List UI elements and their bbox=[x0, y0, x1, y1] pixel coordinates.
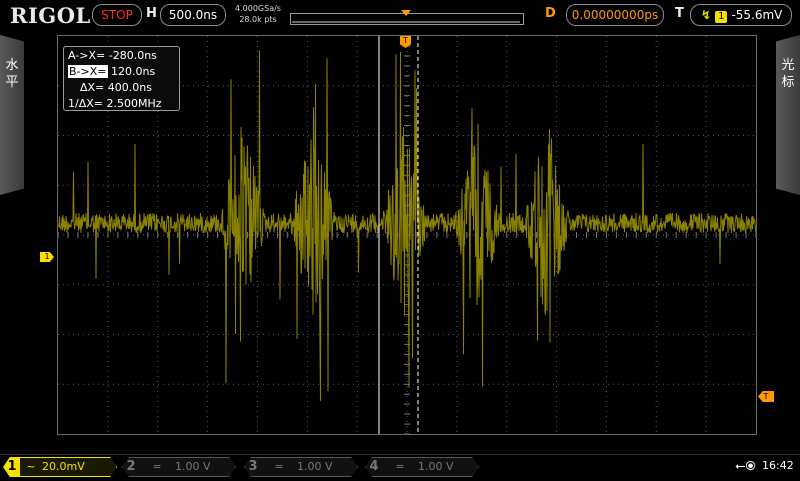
channel-1-scale: 20.0mV bbox=[42, 460, 85, 473]
cursor-a-label: A->X= bbox=[68, 49, 106, 62]
sample-rate: 4.000GSa/s bbox=[235, 4, 281, 13]
cursor-invdx-row: 1/ΔX= 2.500MHz bbox=[68, 96, 175, 112]
run-stop-indicator[interactable]: STOP bbox=[92, 4, 142, 26]
channel-2-coupling: = bbox=[152, 460, 162, 473]
horizontal-menu-tab[interactable]: 水平 bbox=[0, 35, 24, 195]
memory-depth: 28.0k pts bbox=[239, 15, 277, 24]
channel-1-status[interactable]: 1 ~20.0mV bbox=[3, 457, 117, 477]
channel-3-status[interactable]: 3 = 1.00 V bbox=[244, 457, 358, 477]
cursor-invdx-label: 1/ΔX= bbox=[68, 97, 103, 110]
memory-overview-bar[interactable] bbox=[290, 10, 526, 26]
cursor-dx-label: ΔX= bbox=[80, 81, 105, 94]
cursor-b-label: B->X= bbox=[68, 65, 108, 78]
trigger-level: -55.6mV bbox=[731, 8, 783, 22]
cursor-b-row: B->X= 120.0ns bbox=[68, 64, 175, 80]
delay-value[interactable]: 0.00000000ps bbox=[566, 4, 664, 26]
delay-label: D bbox=[545, 6, 556, 21]
channel-1-coupling: ~ bbox=[26, 460, 36, 473]
channel-3-scale: 1.00 V bbox=[297, 460, 333, 473]
trigger-source: 1 bbox=[715, 11, 728, 23]
trigger-settings[interactable]: ↯ 1 -55.6mV bbox=[690, 4, 792, 26]
cursor-b-value: 120.0ns bbox=[111, 65, 156, 78]
cursor-a-value: -280.0ns bbox=[108, 49, 157, 62]
cursor-readout: A->X= -280.0ns B->X= 120.0ns ΔX= 400.0ns… bbox=[63, 46, 180, 111]
cursor-a-row: A->X= -280.0ns bbox=[68, 48, 175, 64]
edge-trigger-icon: ↯ bbox=[701, 8, 712, 22]
channel-4-status[interactable]: 4 = 1.00 V bbox=[365, 457, 479, 477]
channel-4-scale: 1.00 V bbox=[418, 460, 454, 473]
horizontal-menu-label: 水平 bbox=[5, 58, 19, 90]
cursor-dx-row: ΔX= 400.0ns bbox=[68, 80, 175, 96]
channel-4-coupling: = bbox=[395, 460, 405, 473]
ch1-offset-marker[interactable]: 1 bbox=[40, 252, 54, 262]
trigger-label: T bbox=[675, 6, 684, 21]
cursor-invdx-value: 2.500MHz bbox=[106, 97, 162, 110]
cursor-menu-label: 光标 bbox=[781, 58, 795, 90]
channel-2-scale: 1.00 V bbox=[175, 460, 211, 473]
timebase-value[interactable]: 500.0ns bbox=[160, 4, 226, 26]
trigger-level-marker[interactable]: T bbox=[758, 391, 774, 402]
usb-icon: ⭠⦿ bbox=[735, 459, 756, 474]
sample-info: 4.000GSa/s 28.0k pts bbox=[230, 3, 286, 25]
cursor-menu-tab[interactable]: 光标 bbox=[776, 35, 800, 195]
brand-logo: RIGOL bbox=[10, 3, 91, 28]
channel-3-coupling: = bbox=[274, 460, 284, 473]
channel-2-status[interactable]: 2 = 1.00 V bbox=[122, 457, 236, 477]
horizontal-label: H bbox=[146, 6, 157, 21]
cursor-dx-value: 400.0ns bbox=[107, 81, 152, 94]
system-clock: 16:42 bbox=[762, 459, 794, 472]
